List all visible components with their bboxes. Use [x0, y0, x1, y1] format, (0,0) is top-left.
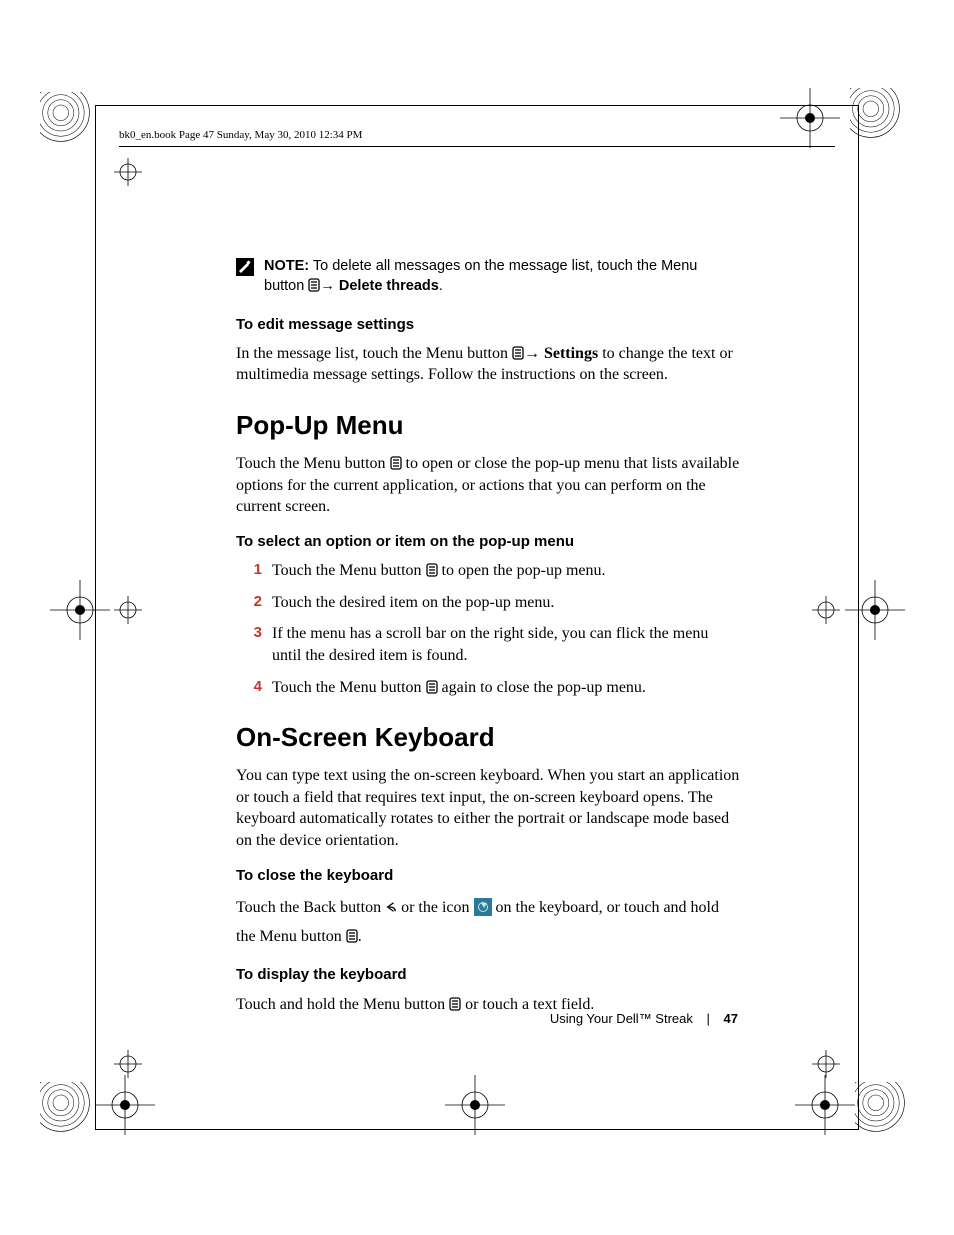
step-1: 1Touch the Menu button to open the pop-u… [236, 560, 741, 582]
menu-button-icon [426, 679, 438, 693]
registration-mark-icon [855, 1082, 915, 1142]
crosshair-icon [114, 1050, 142, 1078]
menu-button-icon [346, 925, 358, 939]
registration-mark-icon [780, 88, 840, 148]
registration-mark-icon [795, 1075, 855, 1135]
menu-button-icon [308, 278, 320, 292]
page-frame: bk0_en.book Page 47 Sunday, May 30, 2010… [95, 105, 859, 1130]
subhead-close-keyboard: To close the keyboard [236, 866, 741, 886]
note-label: NOTE: [264, 258, 309, 274]
note-icon [236, 258, 254, 276]
page-footer: Using Your Dell™ Streak | 47 [550, 1011, 738, 1026]
para-edit-settings: In the message list, touch the Menu butt… [236, 343, 741, 386]
menu-button-icon [390, 455, 402, 469]
registration-mark-icon [445, 1075, 505, 1135]
page-content: NOTE: To delete all messages on the mess… [236, 256, 741, 1029]
note-text: NOTE: To delete all messages on the mess… [264, 256, 741, 297]
registration-mark-icon [40, 1082, 100, 1142]
crosshair-icon [114, 158, 142, 186]
menu-button-icon [426, 562, 438, 576]
subhead-select-popup: To select an option or item on the pop-u… [236, 532, 741, 552]
footer-separator: | [707, 1011, 710, 1026]
registration-mark-icon [845, 580, 905, 640]
subhead-display-keyboard: To display the keyboard [236, 965, 741, 985]
note-block: NOTE: To delete all messages on the mess… [236, 256, 741, 297]
heading-onscreen-keyboard: On-Screen Keyboard [236, 720, 741, 755]
registration-mark-icon [95, 1075, 155, 1135]
step-4: 4Touch the Menu button again to close th… [236, 677, 741, 699]
crosshair-icon [812, 596, 840, 624]
footer-label: Using Your Dell™ Streak [550, 1011, 693, 1026]
heading-popup-menu: Pop-Up Menu [236, 408, 741, 443]
para-popup-intro: Touch the Menu button to open or close t… [236, 453, 741, 518]
keyboard-hide-icon [474, 898, 492, 916]
registration-mark-icon [850, 88, 910, 148]
menu-button-icon [512, 345, 524, 359]
step-2: 2Touch the desired item on the pop-up me… [236, 592, 741, 614]
step-3: 3If the menu has a scroll bar on the rig… [236, 623, 741, 666]
popup-steps: 1Touch the Menu button to open the pop-u… [236, 560, 741, 698]
registration-mark-icon [40, 92, 100, 152]
menu-button-icon [449, 996, 461, 1010]
running-header: bk0_en.book Page 47 Sunday, May 30, 2010… [119, 129, 362, 141]
header-rule [119, 146, 835, 147]
crosshair-icon [812, 1050, 840, 1078]
para-keyboard-intro: You can type text using the on-screen ke… [236, 765, 741, 851]
page-number: 47 [724, 1011, 738, 1026]
subhead-edit-settings: To edit message settings [236, 315, 741, 335]
crosshair-icon [114, 596, 142, 624]
back-button-icon [385, 896, 397, 910]
para-close-keyboard: Touch the Back button or the icon on the… [236, 894, 741, 952]
registration-mark-icon [50, 580, 110, 640]
